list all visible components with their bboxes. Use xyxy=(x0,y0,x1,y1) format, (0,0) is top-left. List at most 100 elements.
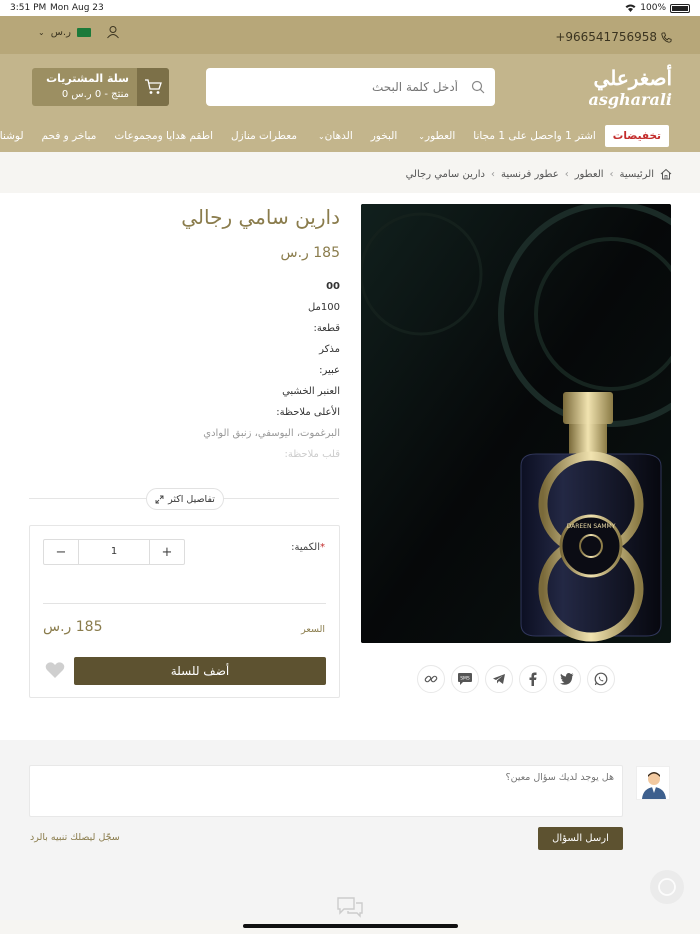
share-sms[interactable]: SMS xyxy=(451,665,479,693)
currency-label: ر.س xyxy=(50,27,71,38)
price-value: 185 ر.س xyxy=(43,619,103,635)
question-input[interactable] xyxy=(30,766,622,816)
twitter-icon xyxy=(560,673,574,685)
question-box xyxy=(29,765,623,817)
chat-bubbles-icon xyxy=(337,897,363,918)
facebook-icon xyxy=(529,672,537,686)
login-hint-link[interactable]: سجّل ليصلك تنبيه بالرد xyxy=(30,832,120,843)
phone-link[interactable]: +966541756958 xyxy=(555,30,672,44)
increase-button[interactable]: + xyxy=(150,540,184,564)
quantity-stepper: − 1 + xyxy=(43,539,185,565)
quantity-label-text: الكمية: xyxy=(291,542,320,553)
spec-line: قطعة: xyxy=(313,323,340,334)
saudi-flag-icon xyxy=(76,28,91,37)
send-question-button[interactable]: ارسل السؤال xyxy=(538,827,623,850)
product-specs: 00 100مل قطعة: مذكر عبير: العنبر الخشبي الأعلى… xyxy=(100,276,340,465)
breadcrumb-separator: ‹ xyxy=(490,168,495,180)
nav-item-label: تخفيضات xyxy=(612,130,661,142)
nav-item-8[interactable]: لوشنات xyxy=(0,130,33,142)
battery-icon xyxy=(670,3,690,13)
spec-line: عبير: xyxy=(319,365,340,376)
share-bar: SMS xyxy=(417,665,615,693)
quantity-label: *الكمية: xyxy=(291,542,325,553)
nav-item-label: اشتر 1 واحصل على 1 مجانا xyxy=(473,130,596,142)
nav-item-3[interactable]: البخور xyxy=(362,130,407,142)
nav-item-label: مباخر و فحم xyxy=(41,130,97,142)
product-title: دارين سامي رجالي xyxy=(181,205,340,229)
breadcrumb: الرئيسية ‹ العطور ‹ عطور فرنسية ‹ دارين … xyxy=(406,168,672,180)
logo-latin: asgharali xyxy=(588,90,672,109)
user-avatar-icon xyxy=(642,772,666,799)
cart-button[interactable]: سلة المشتريات 0 منتج - 0 ر.س xyxy=(32,68,169,106)
nav-item-label: اطقم هدايا ومجموعات xyxy=(114,130,214,142)
cart-summary: 0 منتج - 0 ر.س xyxy=(61,89,129,100)
spec-line: العنبر الخشبي xyxy=(282,386,340,397)
breadcrumb-separator: ‹ xyxy=(609,168,614,180)
nav-item-5[interactable]: معطرات منازل xyxy=(222,130,306,142)
main-nav: تخفيضات اشتر 1 واحصل على 1 مجانا ⌄العطور ال… xyxy=(0,120,700,152)
breadcrumb-home[interactable]: الرئيسية xyxy=(620,169,654,180)
search-input[interactable] xyxy=(216,68,476,106)
share-facebook[interactable] xyxy=(519,665,547,693)
more-details-button[interactable]: تفاصيل اكثر xyxy=(146,488,224,510)
heart-icon[interactable] xyxy=(45,661,65,679)
nav-item-label: البخور xyxy=(370,130,398,142)
share-link[interactable] xyxy=(417,665,445,693)
whatsapp-icon xyxy=(658,878,676,896)
purchase-box: *الكمية: − 1 + السعر 185 ر.س أضف للسلة xyxy=(29,525,340,698)
logo[interactable]: أصغرعلي asgharali xyxy=(560,66,672,110)
breadcrumb-separator: ‹ xyxy=(564,168,569,180)
link-icon xyxy=(424,675,438,683)
nav-item-6[interactable]: اطقم هدايا ومجموعات xyxy=(105,130,222,142)
breadcrumb-perfumes[interactable]: العطور xyxy=(575,169,604,180)
share-twitter[interactable] xyxy=(553,665,581,693)
nav-item-label: الدهان xyxy=(324,130,353,142)
spec-line: البرغموت، اليوسفي، زنبق الوادي xyxy=(203,428,340,439)
header: أصغرعلي asgharali سلة المشتريات 0 منتج -… xyxy=(0,54,700,120)
phone-icon xyxy=(661,31,672,43)
nav-item-1[interactable]: اشتر 1 واحصل على 1 مجانا xyxy=(464,130,605,142)
breadcrumb-french[interactable]: عطور فرنسية xyxy=(501,169,559,180)
more-details-label: تفاصيل اكثر xyxy=(168,493,215,505)
questions-section: ارسل السؤال سجّل ليصلك تنبيه بالرد xyxy=(0,740,700,920)
status-right: 100% xyxy=(625,3,690,13)
add-to-cart-button[interactable]: أضف للسلة xyxy=(74,657,326,685)
nav-item-4[interactable]: ⌄الدهان xyxy=(306,130,362,142)
search-icon[interactable] xyxy=(471,80,485,94)
svg-text:SMS: SMS xyxy=(460,676,470,682)
avatar xyxy=(636,766,670,800)
perfume-bottle-illustration: DAREEN SAMMY xyxy=(361,204,671,643)
product-image[interactable]: DAREEN SAMMY xyxy=(361,204,671,643)
battery-percent: 100% xyxy=(640,3,666,13)
price-label: السعر xyxy=(301,624,325,635)
sms-icon: SMS xyxy=(458,673,472,685)
nav-item-7[interactable]: مباخر و فحم xyxy=(33,130,106,142)
home-indicator xyxy=(243,924,458,928)
whatsapp-icon xyxy=(594,672,608,686)
wifi-icon xyxy=(625,4,636,12)
product-price: 185 ر.س xyxy=(280,245,341,261)
cart-icon-box xyxy=(137,68,169,106)
search-box xyxy=(206,68,495,106)
nav-item-2[interactable]: ⌄العطور xyxy=(406,130,464,142)
spec-line: 100مل xyxy=(307,302,340,313)
required-mark: * xyxy=(320,542,325,553)
nav-item-label: لوشنات xyxy=(0,130,24,142)
quantity-value[interactable]: 1 xyxy=(78,540,150,564)
share-whatsapp[interactable] xyxy=(587,665,615,693)
chevron-down-icon: ⌄ xyxy=(418,132,425,141)
status-time: 3:51 PM xyxy=(10,3,47,13)
decrease-button[interactable]: − xyxy=(44,540,78,564)
nav-list: تخفيضات اشتر 1 واحصل على 1 مجانا ⌄العطور ال… xyxy=(0,120,669,152)
spec-line: الأعلى ملاحظة: xyxy=(276,407,340,418)
spec-line: 00 xyxy=(326,281,340,292)
share-telegram[interactable] xyxy=(485,665,513,693)
nav-item-0[interactable]: تخفيضات xyxy=(604,125,669,147)
bottle-label: DAREEN SAMMY xyxy=(567,523,616,530)
status-bar: 3:51 PM Mon Aug 23 100% xyxy=(0,0,700,16)
home-icon[interactable] xyxy=(660,168,672,180)
whatsapp-chat-button[interactable] xyxy=(650,870,684,904)
user-icon[interactable] xyxy=(106,25,120,39)
expand-icon xyxy=(155,495,164,503)
currency-selector[interactable]: ⌄ ر.س xyxy=(38,27,91,38)
